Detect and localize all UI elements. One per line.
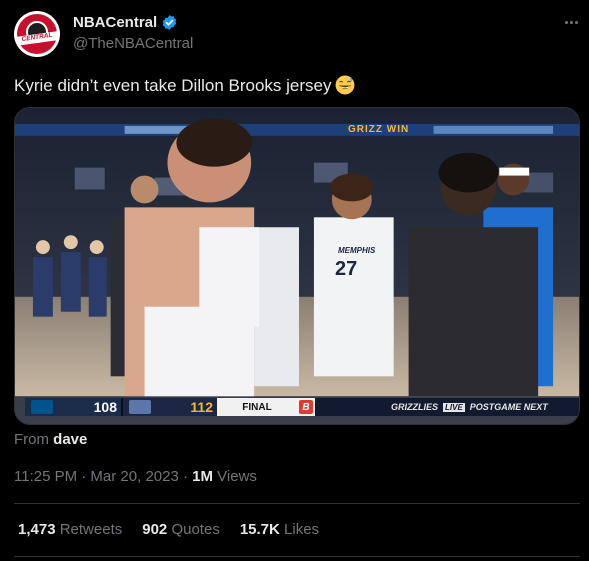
likes-stat[interactable]: 15.7K Likes xyxy=(240,521,319,538)
from-prefix: From xyxy=(14,431,49,448)
author-name-row: NBACentral xyxy=(73,14,178,31)
home-team-score: 112 xyxy=(121,398,217,416)
author-handle[interactable]: @TheNBACentral xyxy=(73,35,193,52)
likes-count: 15.7K xyxy=(239,521,280,538)
promo-live: LIVE xyxy=(443,402,465,412)
video-media[interactable]: GRIZZ WIN MEMPHIS 27 108 112 FINAL B GRI… xyxy=(14,107,580,425)
views-label: Views xyxy=(217,468,257,485)
scoreboard: 108 112 FINAL B GRIZZLIES LIVE POSTGAME … xyxy=(25,398,579,416)
retweets-count: 1,473 xyxy=(18,521,56,538)
likes-label: Likes xyxy=(284,521,320,538)
divider xyxy=(14,556,580,557)
verified-badge-icon xyxy=(162,15,177,30)
divider xyxy=(14,503,580,504)
jersey-number: 27 xyxy=(335,258,358,280)
grinning-sweat-emoji-icon xyxy=(336,75,355,95)
views-count: 1M xyxy=(192,468,213,485)
tweet-meta: 11:25 PM · Mar 20, 2023 · 1M Views xyxy=(14,468,257,485)
display-name[interactable]: NBACentral xyxy=(73,14,157,31)
quotes-count: 902 xyxy=(142,521,168,538)
jersey-team: MEMPHIS xyxy=(338,246,376,255)
timestamp[interactable]: 11:25 PM · Mar 20, 2023 · xyxy=(14,468,192,485)
game-video-frame xyxy=(15,108,579,424)
game-status: FINAL xyxy=(217,398,297,416)
retweets-stat[interactable]: 1,473 Retweets xyxy=(18,521,122,538)
retweets-label: Retweets xyxy=(59,521,123,538)
bally-logo-icon: B xyxy=(299,400,313,414)
tweet-text: Kyrie didn’t even take Dillon Brooks jer… xyxy=(14,75,355,96)
nba-central-logo: CENTRAL xyxy=(17,14,57,54)
away-team-score: 108 xyxy=(25,398,121,416)
engagement-stats: 1,473 Retweets 902 Quotes 15.7K Likes xyxy=(18,521,319,538)
quotes-stat[interactable]: 902 Quotes xyxy=(142,521,220,538)
promo-team: GRIZZLIES xyxy=(391,402,438,412)
more-options-icon[interactable] xyxy=(561,12,581,32)
promo-tail: POSTGAME NEXT xyxy=(469,402,548,412)
network-logo: B xyxy=(297,398,315,416)
quotes-label: Quotes xyxy=(171,521,220,538)
home-score: 112 xyxy=(190,399,213,415)
from-user-link[interactable]: dave xyxy=(53,431,87,448)
arena-banner: GRIZZ WIN xyxy=(348,124,410,135)
away-score: 108 xyxy=(93,399,117,415)
video-source: From dave xyxy=(14,431,87,448)
postgame-promo: GRIZZLIES LIVE POSTGAME NEXT xyxy=(315,398,579,416)
tweet-body: Kyrie didn’t even take Dillon Brooks jer… xyxy=(14,76,332,95)
mavericks-logo-icon xyxy=(31,400,53,414)
avatar[interactable]: CENTRAL xyxy=(14,11,60,57)
grizzlies-logo-icon xyxy=(129,400,151,414)
